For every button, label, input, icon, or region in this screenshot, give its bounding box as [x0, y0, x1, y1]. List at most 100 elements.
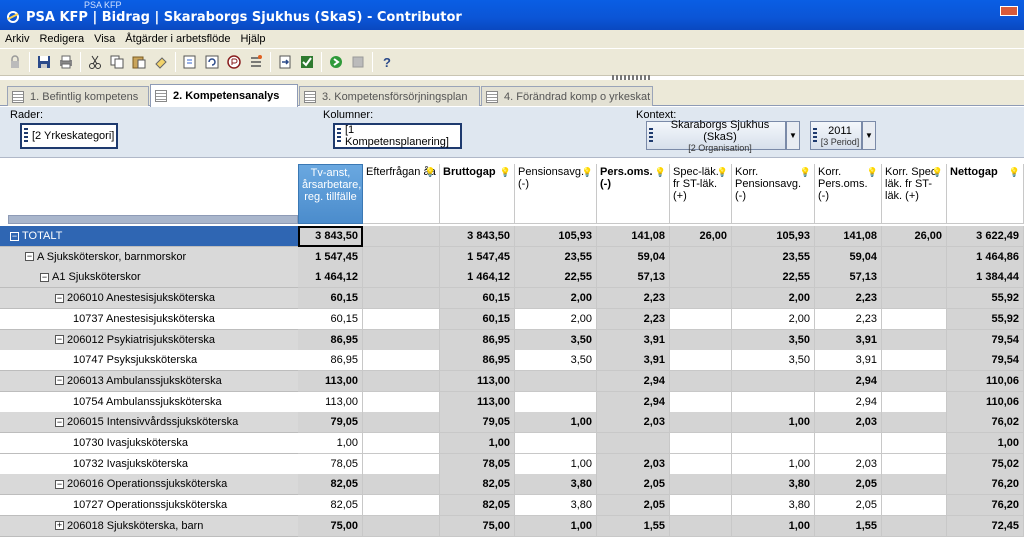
drag-handle-icon[interactable]	[24, 128, 28, 144]
goto-icon[interactable]	[274, 51, 296, 73]
data-cell[interactable]: 75,00	[298, 515, 363, 537]
data-cell[interactable]: 2,00	[515, 308, 597, 330]
data-cell[interactable]: 105,93	[515, 226, 597, 247]
lightbulb-icon[interactable]: 💡	[800, 166, 811, 178]
data-cell[interactable]	[363, 495, 440, 517]
data-cell[interactable]: 2,05	[597, 474, 670, 496]
context-period[interactable]: 2011 [3 Period]	[810, 121, 862, 150]
data-cell[interactable]: 3,50	[732, 329, 815, 351]
data-cell[interactable]	[732, 370, 815, 392]
data-cell[interactable]: 60,15	[440, 288, 515, 310]
data-cell[interactable]: 3,80	[732, 474, 815, 496]
data-cell[interactable]: 82,05	[298, 474, 363, 496]
column-header[interactable]: Efterfrågan åa 💡	[363, 164, 440, 224]
list-icon[interactable]	[245, 51, 267, 73]
data-cell[interactable]	[670, 370, 732, 392]
lightbulb-icon[interactable]: 💡	[717, 166, 728, 178]
data-cell[interactable]: 22,55	[515, 267, 597, 289]
row-header[interactable]: − TOTALT	[0, 226, 298, 247]
data-cell[interactable]: 1,00	[732, 515, 815, 537]
data-cell[interactable]: 2,23	[597, 288, 670, 310]
data-cell[interactable]	[882, 433, 947, 454]
row-header[interactable]: − A1 Sjuksköterskor	[0, 267, 298, 289]
lightbulb-icon[interactable]: 💡	[932, 166, 943, 178]
data-cell[interactable]: 2,05	[815, 474, 882, 496]
tab-kompetensanalys[interactable]: 2. Kompetensanalys	[150, 84, 298, 107]
column-header[interactable]: Nettogap 💡	[947, 164, 1024, 224]
data-cell[interactable]	[670, 433, 732, 454]
data-cell[interactable]: 1,55	[597, 515, 670, 537]
data-cell[interactable]	[670, 495, 732, 517]
lightbulb-icon[interactable]: 💡	[582, 166, 593, 178]
data-cell[interactable]: 76,02	[947, 412, 1024, 434]
row-header[interactable]: −206016 Operationssjuksköterska	[0, 474, 298, 496]
lightbulb-icon[interactable]: 💡	[425, 166, 436, 178]
data-cell[interactable]: 1,55	[815, 515, 882, 537]
lightbulb-icon[interactable]: 💡	[1009, 166, 1020, 178]
data-cell[interactable]	[363, 453, 440, 475]
data-cell[interactable]: 2,03	[597, 412, 670, 434]
data-cell[interactable]: 26,00	[882, 226, 947, 247]
drag-handle-icon[interactable]	[813, 128, 817, 144]
data-cell[interactable]: 1 547,45	[440, 246, 515, 268]
data-cell[interactable]	[363, 515, 440, 537]
data-cell[interactable]: 2,94	[815, 370, 882, 392]
data-cell[interactable]	[670, 267, 732, 289]
column-header[interactable]: Pers.oms. (-) 💡	[597, 164, 670, 224]
help-icon[interactable]: ?	[376, 51, 398, 73]
tab-kompetensforsorjningsplan[interactable]: 3. Kompetensförsörjningsplan	[299, 86, 480, 106]
data-cell[interactable]: 1 384,44	[947, 267, 1024, 289]
data-cell[interactable]: 2,00	[732, 288, 815, 310]
column-header[interactable]: Spec-läk. fr ST-läk. (+) 💡	[670, 164, 732, 224]
data-cell[interactable]: 1,00	[298, 433, 363, 454]
annotate-icon[interactable]	[223, 51, 245, 73]
data-cell[interactable]: 22,55	[732, 267, 815, 289]
submit-icon[interactable]	[325, 51, 347, 73]
data-cell[interactable]: 1 464,12	[298, 267, 363, 289]
data-cell[interactable]	[670, 453, 732, 475]
data-cell[interactable]: 141,08	[597, 226, 670, 247]
data-cell[interactable]: 105,93	[732, 226, 815, 247]
data-cell[interactable]: 2,03	[815, 453, 882, 475]
data-cell[interactable]: 2,03	[815, 412, 882, 434]
cut-icon[interactable]	[84, 51, 106, 73]
data-cell[interactable]	[670, 515, 732, 537]
data-cell[interactable]: 110,06	[947, 391, 1024, 413]
collapse-icon[interactable]: −	[10, 231, 19, 241]
data-cell[interactable]: 59,04	[815, 246, 882, 268]
row-header[interactable]: 10730 Ivasjuksköterska	[0, 433, 298, 454]
data-cell[interactable]: 3 622,49	[947, 226, 1024, 247]
data-cell[interactable]: 1,00	[515, 412, 597, 434]
data-cell[interactable]	[882, 329, 947, 351]
data-cell[interactable]: 113,00	[298, 391, 363, 413]
copy-icon[interactable]	[106, 51, 128, 73]
menu-atgarder[interactable]: Åtgärder i arbetsflöde	[120, 33, 235, 45]
rows-dimension[interactable]: [2 Yrkeskategori]	[20, 123, 118, 149]
drag-handle-icon[interactable]	[337, 128, 341, 144]
data-cell[interactable]: 79,05	[298, 412, 363, 434]
collapse-icon[interactable]: −	[55, 293, 64, 303]
data-cell[interactable]	[882, 370, 947, 392]
data-cell[interactable]	[363, 246, 440, 268]
data-cell[interactable]: 1,00	[732, 453, 815, 475]
data-cell[interactable]: 3,50	[515, 350, 597, 372]
data-cell[interactable]	[882, 246, 947, 268]
data-cell[interactable]: 2,23	[815, 288, 882, 310]
data-cell[interactable]: 23,55	[732, 246, 815, 268]
data-cell[interactable]: 60,15	[298, 288, 363, 310]
paste-icon[interactable]	[128, 51, 150, 73]
data-cell[interactable]: 59,04	[597, 246, 670, 268]
fill-icon[interactable]	[150, 51, 172, 73]
data-cell[interactable]: 3,50	[732, 350, 815, 372]
data-cell[interactable]: 23,55	[515, 246, 597, 268]
data-cell[interactable]: 2,05	[597, 495, 670, 517]
data-cell[interactable]: 3,91	[815, 350, 882, 372]
data-cell[interactable]: 141,08	[815, 226, 882, 247]
menu-redigera[interactable]: Redigera	[34, 33, 89, 45]
data-cell[interactable]: 2,05	[815, 495, 882, 517]
cols-dimension[interactable]: [1 Kompetensplanering]	[333, 123, 462, 149]
data-cell[interactable]: 3 843,50	[298, 226, 363, 247]
data-cell[interactable]: 2,00	[515, 288, 597, 310]
print-icon[interactable]	[55, 51, 77, 73]
data-cell[interactable]: 26,00	[670, 226, 732, 247]
